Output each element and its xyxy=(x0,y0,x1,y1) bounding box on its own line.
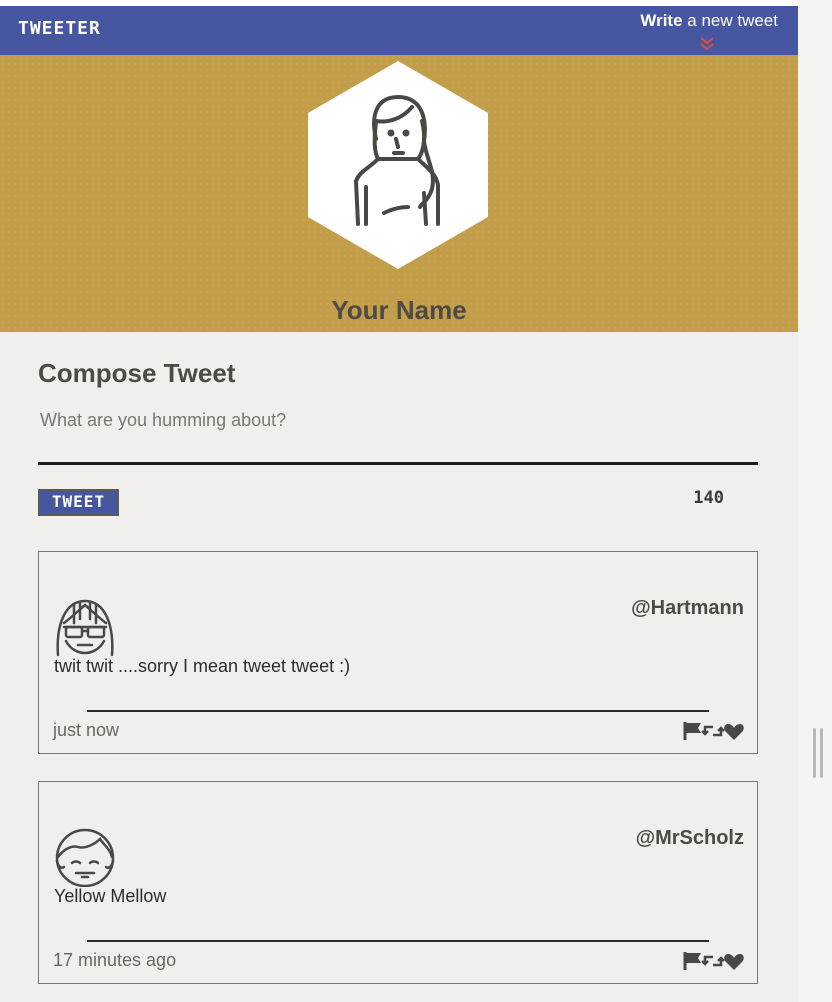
tweet-card: @MrScholz Yellow Mellow 17 minutes ago xyxy=(38,781,758,984)
retweet-icon[interactable] xyxy=(701,725,725,737)
tweet-handle[interactable]: @MrScholz xyxy=(636,827,744,850)
profile-header: Your Name xyxy=(0,55,798,332)
tweet-actions xyxy=(683,722,744,740)
retweet-icon[interactable] xyxy=(701,955,725,967)
brand-logo[interactable]: TWEETER xyxy=(18,18,101,39)
double-chevron-down-icon[interactable] xyxy=(699,36,715,52)
tweet-card: @Hartmann twit twit ....sorry I mean twe… xyxy=(38,551,758,754)
compose-title: Compose Tweet xyxy=(38,358,236,388)
tweet-divider xyxy=(87,940,709,942)
user-avatar-mrscholz xyxy=(55,828,115,887)
compose-underline xyxy=(38,462,758,465)
write-bold-label: Write xyxy=(640,11,683,30)
page: TWEETER Write a new tweet Your Name Comp… xyxy=(0,0,798,1002)
tweet-button[interactable]: TWEET xyxy=(38,489,119,516)
write-new-tweet-link[interactable]: Write a new tweet xyxy=(640,11,778,31)
top-nav: TWEETER Write a new tweet xyxy=(0,6,798,55)
tweet-divider xyxy=(87,710,709,712)
character-counter: 140 xyxy=(693,488,724,508)
tweet-actions xyxy=(683,952,744,970)
tweet-content: twit twit ....sorry I mean tweet tweet :… xyxy=(54,656,351,676)
scrollbar-thumb-secondary[interactable] xyxy=(820,728,823,778)
write-rest-label: a new tweet xyxy=(682,11,778,30)
profile-name: Your Name xyxy=(331,295,467,325)
compose-tweet-input[interactable] xyxy=(38,410,754,462)
tweet-handle[interactable]: @Hartmann xyxy=(631,597,744,620)
scrollbar-thumb[interactable] xyxy=(813,728,816,778)
tweet-timestamp: 17 minutes ago xyxy=(53,950,177,970)
tweet-timestamp: just now xyxy=(53,720,120,740)
profile-avatar xyxy=(308,61,488,269)
heart-icon[interactable] xyxy=(724,724,744,740)
heart-icon[interactable] xyxy=(724,954,744,970)
user-avatar-hartmann xyxy=(56,599,114,657)
tweet-content: Yellow Mellow xyxy=(54,886,167,906)
flag-icon[interactable] xyxy=(683,722,701,740)
flag-icon[interactable] xyxy=(683,952,701,970)
